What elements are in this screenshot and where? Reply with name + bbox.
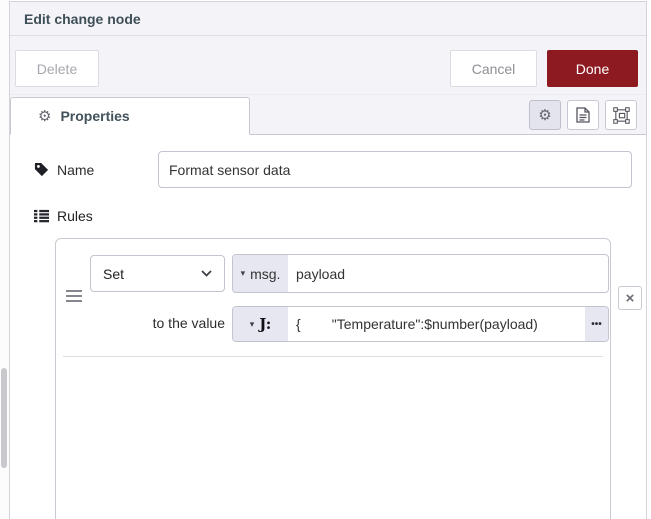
chevron-down-icon (201, 270, 212, 277)
expand-expression-button[interactable]: ••• (585, 307, 608, 341)
list-icon (34, 209, 49, 223)
msg-prefix-label: msg. (250, 266, 280, 282)
expression-input[interactable]: { "Temperature":$number(payload) (288, 307, 585, 341)
name-label: Name (57, 162, 94, 178)
rule-value-field: ▾ J: { "Temperature":$number(payload) ••… (232, 306, 609, 342)
rules-row: Rules (34, 206, 632, 226)
triangle-down-icon: ▾ (241, 269, 246, 278)
description-tab-button[interactable] (567, 100, 599, 130)
to-the-value-label: to the value (90, 315, 225, 331)
left-scrollbar[interactable] (0, 0, 9, 519)
name-label-group: Name (34, 162, 158, 178)
appearance-frame-icon (613, 107, 630, 124)
gear-icon: ⚙ (38, 109, 51, 124)
scrollbar-thumb[interactable] (1, 368, 7, 468)
rule-action-value: Set (103, 266, 124, 282)
dialog-header: Edit change node (10, 2, 646, 36)
rule-separator (63, 356, 603, 357)
properties-panel: Name Rules (10, 135, 646, 519)
property-type-dropdown[interactable]: ▾ msg. (233, 255, 288, 292)
cancel-button[interactable]: Cancel (450, 50, 537, 87)
name-input[interactable] (158, 151, 632, 188)
triangle-down-icon: ▾ (250, 320, 255, 329)
done-button[interactable]: Done (547, 50, 638, 87)
jsonata-icon: J: (259, 315, 271, 333)
dialog-toolbar: Delete Cancel Done (10, 36, 646, 95)
properties-tab-button[interactable]: ⚙ (529, 100, 561, 130)
tab-properties-label: Properties (60, 108, 129, 124)
rules-label: Rules (57, 208, 93, 224)
value-type-dropdown[interactable]: ▾ J: (233, 307, 288, 341)
rule-list: Set ▾ msg. × t (55, 238, 611, 519)
gear-icon: ⚙ (538, 108, 551, 123)
rule-drag-handle[interactable] (66, 290, 82, 302)
node-red-editor: Edit change node Delete Cancel Done ⚙ Pr… (0, 0, 651, 519)
tab-properties[interactable]: ⚙ Properties (10, 97, 250, 135)
delete-rule-button[interactable]: × (618, 286, 642, 310)
ellipsis-icon: ••• (591, 319, 602, 330)
rule-action-select[interactable]: Set (90, 255, 225, 292)
document-icon (576, 107, 590, 123)
close-icon: × (626, 291, 635, 306)
editor-tab-bar: ⚙ Properties ⚙ (10, 95, 646, 135)
appearance-tab-button[interactable] (605, 100, 637, 130)
delete-button[interactable]: Delete (15, 50, 99, 87)
dialog-title: Edit change node (24, 11, 141, 27)
property-input[interactable] (288, 255, 608, 292)
tab-icon-buttons: ⚙ (529, 100, 637, 130)
rule-property-field: ▾ msg. (232, 254, 609, 293)
name-row: Name (34, 151, 632, 188)
edit-change-node-dialog: Edit change node Delete Cancel Done ⚙ Pr… (9, 1, 647, 519)
tag-icon (34, 162, 49, 177)
